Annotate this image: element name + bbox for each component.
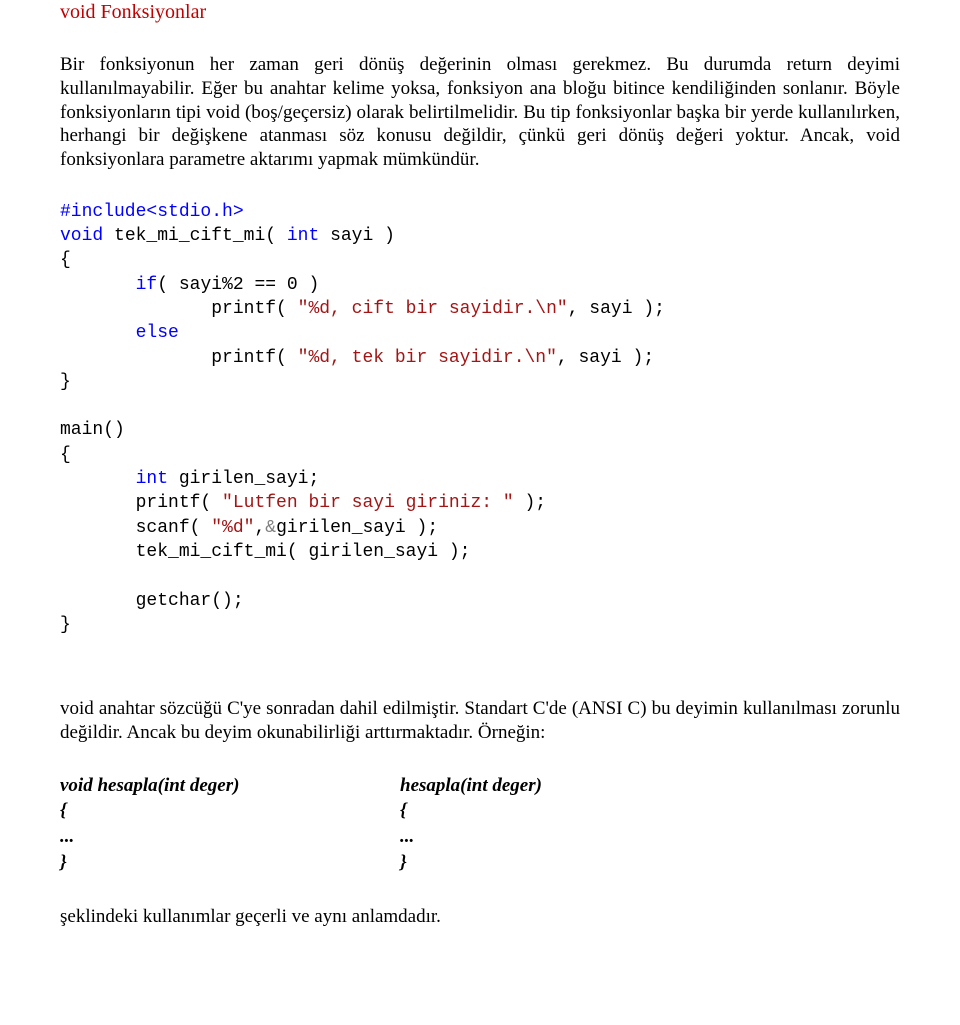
compare-right: hesapla(int deger) { ... }	[400, 773, 900, 876]
brace: {	[60, 250, 71, 270]
brace: {	[60, 445, 71, 465]
brace: }	[60, 615, 71, 635]
footer-paragraph: şeklindeki kullanımlar geçerli ve aynı a…	[60, 905, 900, 929]
code-text: );	[514, 493, 546, 513]
intro-paragraph: Bir fonksiyonun her zaman geri dönüş değ…	[60, 53, 900, 172]
compare-row: void hesapla(int deger) { ... } hesapla(…	[60, 773, 900, 876]
code-text: , sayi );	[557, 348, 654, 368]
code-text: , sayi );	[568, 299, 665, 319]
code-text: ,	[254, 518, 265, 538]
code-indent	[60, 469, 136, 489]
code-text: tek_mi_cift_mi( girilen_sayi );	[136, 542, 471, 562]
code-indent	[60, 275, 136, 295]
code-call: printf(	[136, 493, 222, 513]
kw-void: void	[60, 226, 103, 246]
code-text: getchar();	[136, 591, 244, 611]
code-indent	[60, 542, 136, 562]
kw-else: else	[136, 323, 179, 343]
kw-if: if	[136, 275, 158, 295]
code-call: printf(	[211, 299, 297, 319]
code-indent	[60, 323, 136, 343]
code-indent	[60, 591, 136, 611]
code-text: tek_mi_cift_mi(	[103, 226, 287, 246]
string-literal: "%d, tek bir sayidir.\n"	[298, 348, 557, 368]
code-indent	[60, 348, 211, 368]
code-call: scanf(	[136, 518, 212, 538]
code-text: girilen_sayi;	[168, 469, 319, 489]
code-indent	[60, 493, 136, 513]
kw-int: int	[136, 469, 168, 489]
code-text: sayi )	[319, 226, 395, 246]
code-text: girilen_sayi );	[276, 518, 438, 538]
string-literal: "%d"	[211, 518, 254, 538]
code-block: #include<stdio.h> void tek_mi_cift_mi( i…	[60, 200, 900, 637]
op-amp: &	[265, 518, 276, 538]
code-indent	[60, 299, 211, 319]
section-title: void Fonksiyonlar	[60, 0, 900, 25]
code-indent	[60, 518, 136, 538]
string-literal: "%d, cift bir sayidir.\n"	[298, 299, 568, 319]
code-main: main()	[60, 420, 125, 440]
explain-paragraph: void anahtar sözcüğü C'ye sonradan dahil…	[60, 697, 900, 745]
string-literal: "Lutfen bir sayi giriniz: "	[222, 493, 514, 513]
code-text: ( sayi%2 == 0 )	[157, 275, 319, 295]
brace: }	[60, 372, 71, 392]
compare-left: void hesapla(int deger) { ... }	[60, 773, 400, 876]
code-call: printf(	[211, 348, 297, 368]
code-include: #include<stdio.h>	[60, 202, 244, 222]
kw-int: int	[287, 226, 319, 246]
